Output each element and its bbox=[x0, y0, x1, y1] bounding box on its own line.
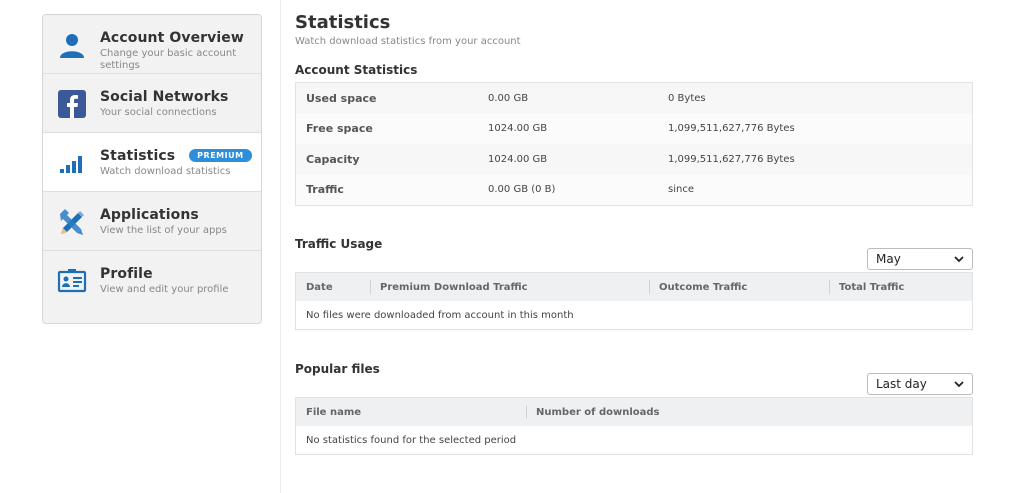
sidebar-item-label: Statistics bbox=[100, 148, 176, 164]
sidebar-item-title: Account Overview bbox=[100, 30, 244, 46]
stat-gb-value: 1024.00 GB bbox=[488, 123, 548, 135]
period-select-value: Last day bbox=[876, 377, 927, 391]
column-header-date: Date bbox=[306, 281, 333, 293]
table-row: Traffic 0.00 GB (0 B) since bbox=[296, 174, 972, 205]
sidebar-item-applications[interactable]: Applications View the list of your apps bbox=[43, 192, 261, 251]
page-subtitle: Watch download statistics from your acco… bbox=[295, 36, 521, 47]
stat-gb-value: 0.00 GB (0 B) bbox=[488, 184, 556, 196]
tools-icon bbox=[60, 209, 84, 235]
sidebar-item-title: Profile bbox=[100, 266, 153, 282]
stat-gb-value: 1024.00 GB bbox=[488, 153, 548, 165]
popular-files-title: Popular files bbox=[295, 362, 380, 376]
empty-message: No files were downloaded from account in… bbox=[296, 301, 972, 329]
sidebar-item-subtitle: Watch download statistics bbox=[100, 166, 231, 177]
empty-message: No statistics found for the selected per… bbox=[296, 426, 972, 454]
user-icon bbox=[60, 34, 84, 58]
sidebar-nav: Account Overview Change your basic accou… bbox=[42, 14, 262, 324]
table-header: File name Number of downloads bbox=[296, 398, 972, 426]
facebook-icon bbox=[58, 90, 86, 118]
stat-bytes-value: 0 Bytes bbox=[668, 92, 706, 104]
account-statistics-title: Account Statistics bbox=[295, 63, 418, 77]
traffic-usage-table: Date Premium Download Traffic Outcome Tr… bbox=[295, 272, 973, 330]
stat-label: Traffic bbox=[306, 183, 344, 197]
column-header-outcome-traffic: Outcome Traffic bbox=[649, 273, 829, 301]
content-divider bbox=[280, 0, 281, 493]
column-header-premium-traffic: Premium Download Traffic bbox=[370, 273, 649, 301]
account-statistics-table: Used space 0.00 GB 0 Bytes Free space 10… bbox=[295, 82, 973, 206]
stat-label: Capacity bbox=[306, 152, 360, 166]
sidebar-item-title: Applications bbox=[100, 207, 199, 223]
traffic-usage-title: Traffic Usage bbox=[295, 237, 383, 251]
sidebar-item-subtitle: Your social connections bbox=[100, 107, 217, 118]
premium-badge: PREMIUM bbox=[189, 149, 252, 162]
popular-files-table: File name Number of downloads No statist… bbox=[295, 397, 973, 455]
sidebar-item-account-overview[interactable]: Account Overview Change your basic accou… bbox=[43, 15, 261, 74]
sidebar-item-title: Statistics PREMIUM bbox=[100, 148, 252, 164]
table-row: Free space 1024.00 GB 1,099,511,627,776 … bbox=[296, 113, 972, 144]
sidebar-item-subtitle: Change your basic account settings bbox=[100, 48, 237, 71]
column-header-total-traffic: Total Traffic bbox=[829, 273, 972, 301]
sidebar-item-profile[interactable]: Profile View and edit your profile bbox=[43, 251, 261, 310]
stat-bytes-value: since bbox=[668, 184, 694, 196]
table-row: Used space 0.00 GB 0 Bytes bbox=[296, 83, 972, 114]
chevron-down-icon bbox=[954, 381, 964, 388]
stat-bytes-value: 1,099,511,627,776 Bytes bbox=[668, 153, 795, 165]
sidebar-item-subtitle: View the list of your apps bbox=[100, 225, 227, 236]
stat-bytes-value: 1,099,511,627,776 Bytes bbox=[668, 123, 795, 135]
bar-chart-icon bbox=[60, 156, 82, 173]
sidebar-item-subtitle: View and edit your profile bbox=[100, 284, 229, 295]
period-select[interactable]: Last day bbox=[867, 373, 973, 395]
stat-gb-value: 0.00 GB bbox=[488, 92, 529, 104]
id-card-icon bbox=[57, 269, 87, 293]
chevron-down-icon bbox=[954, 256, 964, 263]
column-header-file-name: File name bbox=[306, 406, 362, 418]
table-row: Capacity 1024.00 GB 1,099,511,627,776 By… bbox=[296, 144, 972, 175]
month-select[interactable]: May bbox=[867, 248, 973, 270]
sidebar-item-social-networks[interactable]: Social Networks Your social connections bbox=[43, 74, 261, 133]
column-header-downloads: Number of downloads bbox=[526, 398, 972, 426]
table-header: Date Premium Download Traffic Outcome Tr… bbox=[296, 273, 972, 301]
sidebar-item-statistics[interactable]: Statistics PREMIUM Watch download statist… bbox=[43, 133, 261, 192]
sidebar-item-title: Social Networks bbox=[100, 89, 229, 105]
page-title: Statistics bbox=[295, 12, 391, 33]
stat-label: Free space bbox=[306, 122, 373, 136]
month-select-value: May bbox=[876, 252, 901, 266]
stat-label: Used space bbox=[306, 91, 377, 105]
